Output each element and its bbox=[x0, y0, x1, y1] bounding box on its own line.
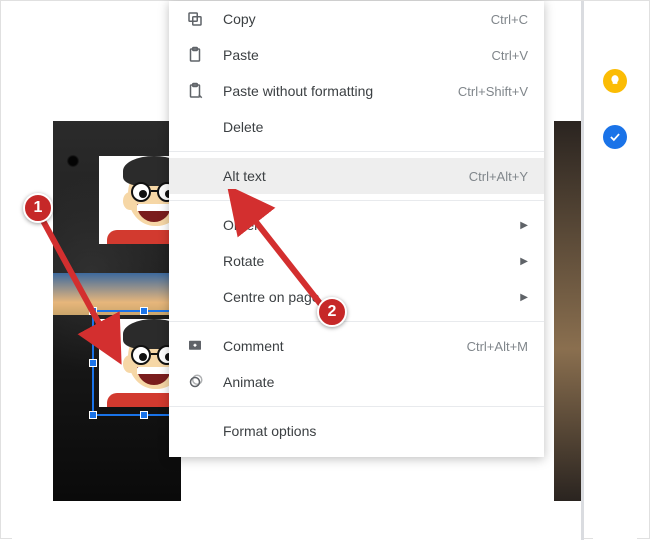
animate-icon bbox=[185, 372, 205, 392]
menu-separator bbox=[169, 151, 544, 152]
menu-paste-without-formatting[interactable]: Paste without formatting Ctrl+Shift+V bbox=[169, 73, 544, 109]
menu-shortcut: Ctrl+Alt+Y bbox=[469, 169, 528, 184]
menu-format-options[interactable]: Format options bbox=[169, 413, 544, 449]
slide-background-right bbox=[554, 121, 584, 501]
menu-rotate[interactable]: Rotate ▶ bbox=[169, 243, 544, 279]
menu-label: Paste bbox=[223, 47, 482, 63]
menu-label: Order bbox=[223, 217, 510, 233]
menu-alt-text[interactable]: Alt text Ctrl+Alt+Y bbox=[169, 158, 544, 194]
paste-icon bbox=[185, 45, 205, 65]
callout-badge-2: 2 bbox=[317, 297, 347, 327]
menu-centre-on-page[interactable]: Centre on page ▶ bbox=[169, 279, 544, 315]
right-sidebar bbox=[593, 1, 637, 540]
menu-label: Paste without formatting bbox=[223, 83, 448, 99]
menu-separator bbox=[169, 321, 544, 322]
menu-delete[interactable]: Delete bbox=[169, 109, 544, 145]
menu-label: Comment bbox=[223, 338, 457, 354]
menu-order[interactable]: Order ▶ bbox=[169, 207, 544, 243]
menu-label: Format options bbox=[223, 423, 528, 439]
callout-number: 1 bbox=[34, 199, 43, 217]
menu-shortcut: Ctrl+V bbox=[492, 48, 528, 63]
explore-button[interactable] bbox=[603, 69, 627, 93]
menu-label: Centre on page bbox=[223, 289, 510, 305]
callout-badge-1: 1 bbox=[23, 193, 53, 223]
menu-paste[interactable]: Paste Ctrl+V bbox=[169, 37, 544, 73]
menu-label: Alt text bbox=[223, 168, 459, 184]
chevron-right-icon: ▶ bbox=[520, 256, 528, 267]
comment-icon bbox=[185, 336, 205, 356]
menu-label: Animate bbox=[223, 374, 528, 390]
chevron-right-icon: ▶ bbox=[520, 292, 528, 303]
menu-shortcut: Ctrl+Alt+M bbox=[467, 339, 528, 354]
menu-comment[interactable]: Comment Ctrl+Alt+M bbox=[169, 328, 544, 364]
menu-shortcut: Ctrl+Shift+V bbox=[458, 84, 528, 99]
menu-label: Delete bbox=[223, 119, 528, 135]
menu-label: Rotate bbox=[223, 253, 510, 269]
menu-separator bbox=[169, 406, 544, 407]
menu-label: Copy bbox=[223, 11, 481, 27]
approve-button[interactable] bbox=[603, 125, 627, 149]
context-menu: Copy Ctrl+C Paste Ctrl+V Paste without f… bbox=[169, 1, 544, 457]
chevron-right-icon: ▶ bbox=[520, 220, 528, 231]
menu-animate[interactable]: Animate bbox=[169, 364, 544, 400]
callout-number: 2 bbox=[328, 303, 337, 321]
copy-icon bbox=[185, 9, 205, 29]
menu-shortcut: Ctrl+C bbox=[491, 12, 528, 27]
menu-copy[interactable]: Copy Ctrl+C bbox=[169, 1, 544, 37]
menu-separator bbox=[169, 200, 544, 201]
paste-plain-icon bbox=[185, 81, 205, 101]
sky-band bbox=[53, 273, 181, 315]
